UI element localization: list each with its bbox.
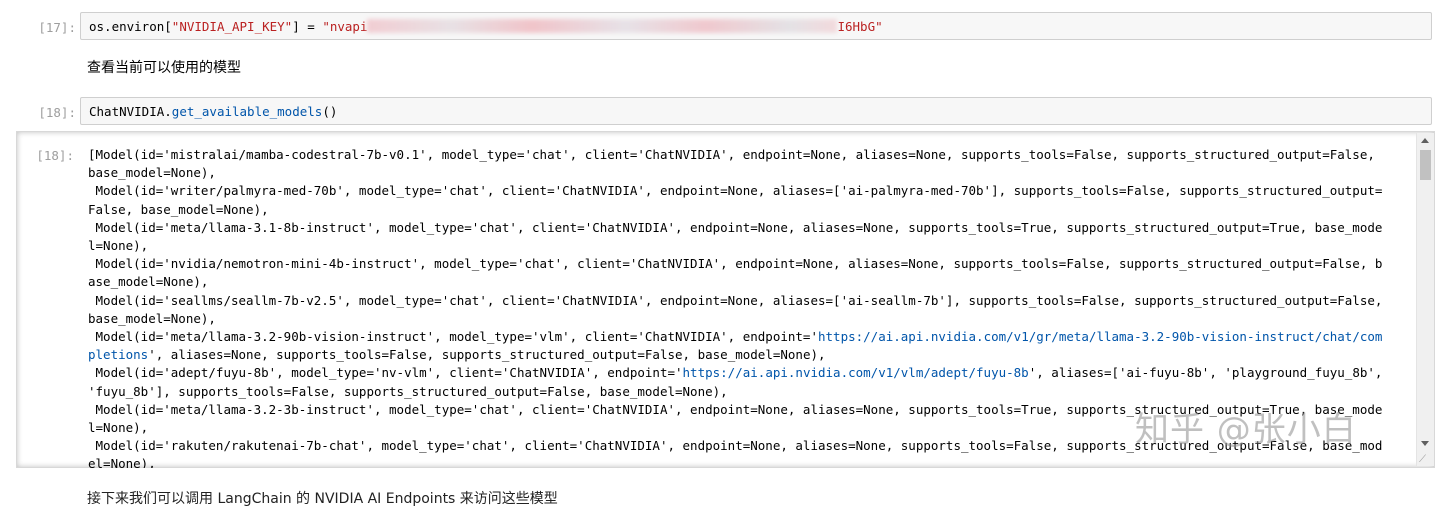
code-function: get_available_models: [171, 103, 323, 119]
output-line: False, base_model=None),: [88, 201, 269, 217]
markdown-text-partial: 接下来我们可以调用 LangChain 的 NVIDIA AI Endpoint…: [87, 491, 558, 507]
cell-17-prompt: [17]:: [38, 20, 76, 35]
output-url[interactable]: https://ai.api.nvidia.com/v1/gr/meta/lla…: [818, 329, 1382, 344]
output-url[interactable]: https://ai.api.nvidia.com/v1/vlm/adept/f…: [683, 365, 1029, 380]
cell-17-code-input[interactable]: os. environ["NVIDIA_API_KEY"] = "nvapi I6H…: [80, 12, 1432, 40]
cell-18-code-input[interactable]: ChatNVIDIA. get_available_models(): [80, 97, 1432, 125]
code-token: (): [322, 103, 338, 119]
output-line: ase_model=None),: [88, 274, 209, 290]
output-line: Model(id='adept/fuyu-8b', model_type='nv…: [88, 364, 1410, 382]
api-key-start: "nvapi: [322, 18, 368, 34]
redacted-api-key: [367, 19, 838, 33]
output-segment: Model(id='meta/llama-3.2-90b-vision-inst…: [88, 329, 818, 345]
output-scrollbar[interactable]: [1416, 133, 1434, 466]
scroll-down-arrow-icon[interactable]: [1421, 441, 1429, 446]
output-line: 'fuyu_8b'], supports_tools=False, suppor…: [88, 383, 728, 399]
api-key-end: I6HbG": [837, 18, 883, 34]
output-url[interactable]: pletions: [88, 347, 148, 362]
code-token: environ: [111, 18, 165, 34]
output-segment: Model(id='adept/fuyu-8b', model_type='nv…: [88, 365, 683, 381]
code-token: os.: [89, 18, 112, 34]
output-line: Model(id='writer/palmyra-med-70b', model…: [88, 183, 1383, 199]
output-line: el=None),: [88, 456, 156, 468]
code-string: "NVIDIA_API_KEY": [171, 18, 293, 34]
scrollbar-thumb[interactable]: [1420, 150, 1431, 180]
code-token: ] =: [292, 18, 323, 34]
output-segment: ', aliases=None, supports_tools=False, s…: [148, 347, 826, 363]
code-token: ChatNVIDIA.: [89, 103, 172, 119]
output-line: pletions', aliases=None, supports_tools=…: [88, 346, 1410, 364]
cell-18-prompt: [18]:: [38, 105, 76, 120]
output-line: base_model=None),: [88, 310, 216, 326]
cell-18-output-prompt: [18]:: [36, 148, 74, 163]
resize-handle-icon[interactable]: ⟋: [1419, 455, 1429, 465]
markdown-text: 查看当前可以使用的模型: [87, 60, 241, 76]
output-line: Model(id='meta/llama-3.2-90b-vision-inst…: [88, 328, 1410, 346]
output-segment: ', aliases=['ai-fuyu-8b', 'playground_fu…: [1028, 365, 1383, 381]
watermark: 知乎 @张小白: [1135, 410, 1357, 450]
output-line: l=None),: [88, 238, 149, 254]
output-line: Model(id='seallms/seallm-7b-v2.5', model…: [88, 292, 1383, 308]
output-line: base_model=None),: [88, 165, 216, 181]
output-line: [Model(id='mistralai/mamba-codestral-7b-…: [88, 147, 1375, 162]
scroll-up-arrow-icon[interactable]: [1421, 138, 1429, 143]
output-line: Model(id='nvidia/nemotron-mini-4b-instru…: [88, 256, 1383, 272]
code-token: [: [164, 18, 172, 34]
output-line: Model(id='meta/llama-3.1-8b-instruct', m…: [88, 219, 1383, 235]
